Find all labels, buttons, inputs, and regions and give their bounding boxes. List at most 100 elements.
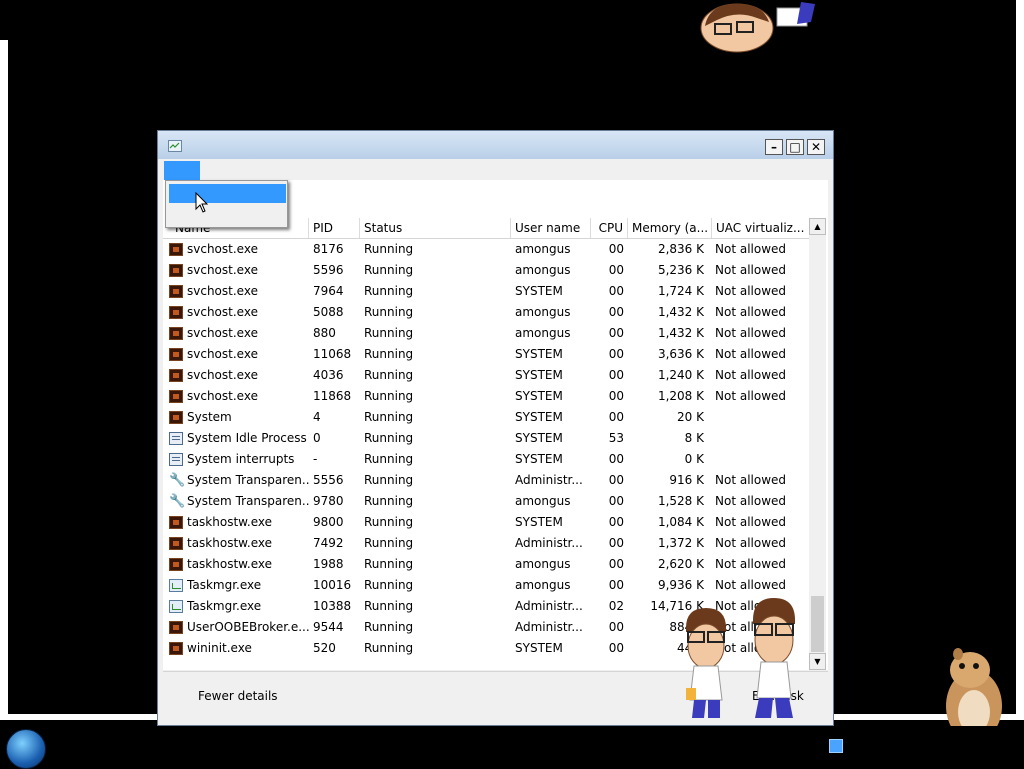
scroll-thumb[interactable] — [811, 596, 824, 652]
cell-name: Taskmgr.exe — [187, 578, 262, 592]
cell-uac: Not allowed — [715, 305, 787, 319]
cell-status: Running — [364, 389, 414, 403]
service-icon — [169, 516, 183, 529]
table-row[interactable]: taskhostw.exe 1988 Running amongus 00 2,620 K… — [163, 554, 809, 575]
tray-icon[interactable] — [829, 739, 843, 753]
cell-pid: 9544 — [313, 620, 344, 634]
table-row[interactable]: 🔧 System Transparen... 9780 Running amongus 0… — [163, 491, 809, 512]
cell-uac: Not allowed — [715, 515, 787, 529]
fewer-details-link[interactable]: Fewer details — [198, 689, 278, 703]
cell-mem: 1,432 K — [657, 326, 704, 340]
table-row[interactable]: taskhostw.exe 7492 Running Administr... 00 1,… — [163, 533, 809, 554]
cell-pid: 880 — [313, 326, 336, 340]
cell-pid: 8176 — [313, 242, 344, 256]
table-row[interactable]: svchost.exe 11868 Running SYSTEM 00 1,208 K No… — [163, 386, 809, 407]
cell-cpu: 00 — [608, 410, 624, 424]
column-header-cpu[interactable]: CPU — [591, 218, 628, 238]
table-row[interactable]: svchost.exe 7964 Running SYSTEM 00 1,724 K Not… — [163, 281, 809, 302]
scroll-down-button[interactable]: ▼ — [809, 653, 826, 670]
cell-pid: - — [313, 452, 318, 466]
cell-user: amongus — [515, 242, 571, 256]
cell-uac: Not allowed — [715, 494, 787, 508]
cell-pid: 5556 — [313, 473, 344, 487]
cell-mem: 5,236 K — [657, 263, 704, 277]
cell-mem: 0 K — [684, 452, 704, 466]
column-header-pid[interactable]: PID — [309, 218, 360, 238]
cell-uac: Not allowed — [715, 326, 787, 340]
cell-status: Running — [364, 515, 414, 529]
cell-pid: 9780 — [313, 494, 344, 508]
service-icon — [169, 285, 183, 298]
cell-cpu: 00 — [608, 578, 624, 592]
process-list: Name PID Status User name CPU Memory (a.… — [163, 218, 809, 670]
cell-user: SYSTEM — [515, 431, 563, 445]
menu-item-selected[interactable] — [164, 161, 200, 181]
cell-mem: 1,432 K — [657, 305, 704, 319]
cell-user: SYSTEM — [515, 452, 563, 466]
table-row[interactable]: Taskmgr.exe 10016 Running amongus 00 9,936 K N… — [163, 575, 809, 596]
cell-pid: 7492 — [313, 536, 344, 550]
cell-name: System Transparen... — [187, 473, 309, 487]
cell-mem: 3,636 K — [657, 347, 704, 361]
cell-status: Running — [364, 620, 414, 634]
cell-uac — [715, 449, 809, 470]
cell-cpu: 53 — [608, 431, 624, 445]
table-row[interactable]: svchost.exe 11068 Running SYSTEM 00 3,636 K No… — [163, 344, 809, 365]
mouse-pointer-icon — [195, 192, 209, 213]
cell-uac: Not allowed — [715, 473, 787, 487]
column-header-memory[interactable]: Memory (a... — [628, 218, 712, 238]
cell-name: Taskmgr.exe — [187, 599, 262, 613]
table-row[interactable]: svchost.exe 880 Running amongus 00 1,432 K Not… — [163, 323, 809, 344]
column-header-user-name[interactable]: User name — [511, 218, 591, 238]
maximize-button[interactable]: □ — [786, 139, 804, 155]
table-row[interactable]: taskhostw.exe 9800 Running SYSTEM 00 1,084 K N… — [163, 512, 809, 533]
cell-name: svchost.exe — [187, 305, 258, 319]
cell-name: taskhostw.exe — [187, 536, 272, 550]
cell-user: amongus — [515, 326, 571, 340]
service-icon — [169, 348, 183, 361]
cell-uac — [715, 428, 809, 449]
cell-user: SYSTEM — [515, 410, 563, 424]
cell-user: SYSTEM — [515, 515, 563, 529]
cell-mem: 20 K — [677, 410, 704, 424]
table-row[interactable]: System interrupts - Running SYSTEM 00 0 K — [163, 449, 809, 470]
vertical-scrollbar[interactable]: ▲ ▼ — [809, 218, 826, 670]
cell-name: taskhostw.exe — [187, 515, 272, 529]
table-row[interactable]: System 4 Running SYSTEM 00 20 K — [163, 407, 809, 428]
cell-cpu: 00 — [608, 347, 624, 361]
cell-cpu: 00 — [608, 494, 624, 508]
service-icon — [169, 306, 183, 319]
cell-user: Administr... — [515, 473, 583, 487]
title-bar[interactable]: – □ ✕ — [158, 131, 833, 159]
close-button[interactable]: ✕ — [807, 139, 825, 155]
cell-name: svchost.exe — [187, 347, 258, 361]
cell-pid: 4036 — [313, 368, 344, 382]
column-header-uac[interactable]: UAC virtualiz... — [712, 218, 809, 238]
cell-user: amongus — [515, 557, 571, 571]
table-row[interactable]: 🔧 System Transparen... 5556 Running Administ… — [163, 470, 809, 491]
details-tab-content: Name PID Status User name CPU Memory (a.… — [163, 180, 828, 670]
cell-mem: 916 K — [669, 473, 704, 487]
window-icon — [169, 453, 183, 466]
table-row[interactable]: svchost.exe 5596 Running amongus 00 5,236 K No… — [163, 260, 809, 281]
column-header-status[interactable]: Status — [360, 218, 511, 238]
dropdown-item-highlighted[interactable] — [169, 184, 286, 203]
cell-pid: 1988 — [313, 557, 344, 571]
cell-status: Running — [364, 473, 414, 487]
table-row[interactable]: svchost.exe 5088 Running amongus 00 1,432 K No… — [163, 302, 809, 323]
scroll-up-button[interactable]: ▲ — [809, 218, 826, 235]
service-icon — [169, 327, 183, 340]
cartoon-head-top-icon — [700, 2, 815, 53]
cell-user: Administr... — [515, 599, 583, 613]
minimize-button[interactable]: – — [765, 139, 783, 155]
cell-uac: Not allowed — [715, 284, 787, 298]
cell-status: Running — [364, 284, 414, 298]
table-row[interactable]: svchost.exe 8176 Running amongus 00 2,836 K No… — [163, 239, 809, 260]
table-row[interactable]: System Idle Process 0 Running SYSTEM 53 8 K — [163, 428, 809, 449]
cell-user: SYSTEM — [515, 368, 563, 382]
start-button[interactable] — [6, 729, 46, 769]
cartoon-figure-right-icon — [753, 598, 795, 718]
table-row[interactable]: svchost.exe 4036 Running SYSTEM 00 1,240 K Not… — [163, 365, 809, 386]
cell-status: Running — [364, 347, 414, 361]
cell-uac: Not allowed — [715, 263, 787, 277]
